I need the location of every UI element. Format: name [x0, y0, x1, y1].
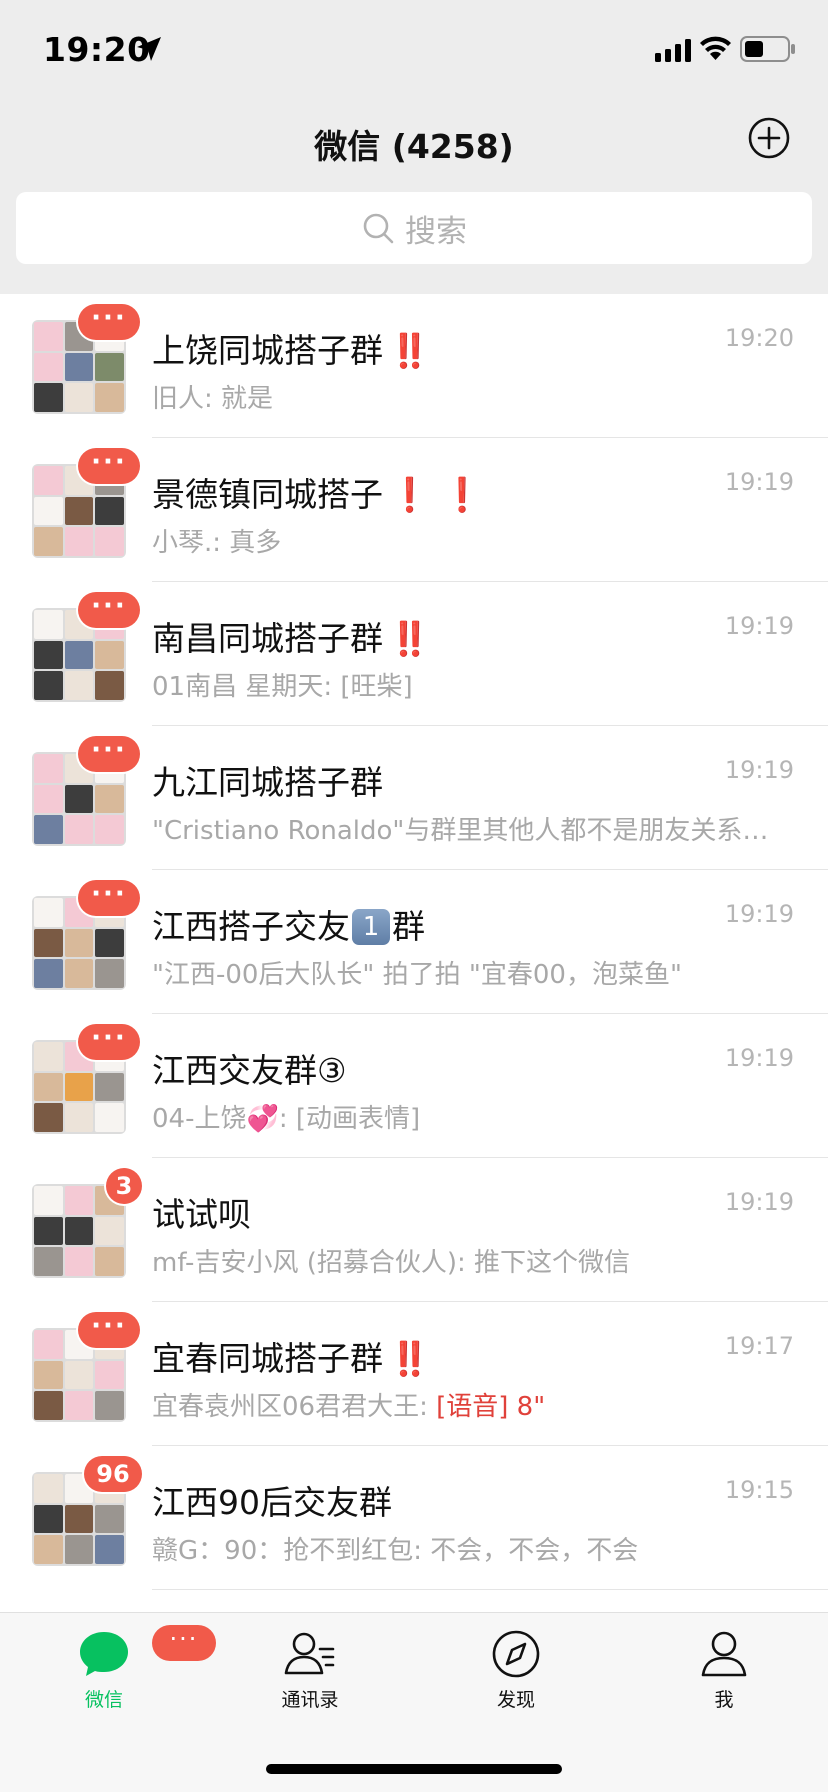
unread-count-badge: 3 [106, 1168, 142, 1204]
unread-count-badge: 96 [84, 1456, 142, 1492]
keycap-one-icon: 1 [352, 909, 390, 945]
tab-label: 我 [714, 1689, 734, 1711]
chat-row[interactable]: ··· 九江同城搭子群 19:19 "Cristiano Ronaldo"与群里… [0, 726, 828, 870]
chat-preview: 赣G：90：抢不到红包: 不会，不会，不会 [152, 1536, 639, 1566]
mute-dots-badge: ··· [78, 736, 140, 772]
chat-time: 19:17 [724, 1332, 794, 1360]
chat-preview: 旧人: 就是 [152, 384, 274, 414]
mute-dots-badge: ··· [78, 1312, 140, 1348]
alert-mark: ‼️ [389, 619, 431, 658]
preview-text: : [动画表情] [278, 1104, 421, 1134]
home-indicator[interactable] [266, 1764, 562, 1774]
mute-dots-badge: ··· [78, 304, 140, 340]
chat-name-text: 江西90后交友群 [152, 1483, 392, 1522]
chat-name-text: 宜春同城搭子群 [152, 1339, 383, 1378]
chat-name-text: 试试呗 [152, 1195, 251, 1234]
tab-label: 通讯录 [281, 1689, 339, 1711]
chat-time: 19:19 [724, 468, 794, 496]
search-inner: 搜索 [16, 192, 812, 264]
wechat-app: 19:20 微信 (4258) 搜索 ··· 上饶同城搭子群 ‼️ 19:20 … [0, 0, 828, 1792]
chat-row[interactable]: ··· 江西搭子交友 1 群 19:19 "江西-00后大队长" 拍了拍 "宜春00… [0, 870, 828, 1014]
chat-time: 19:15 [724, 1476, 794, 1504]
chat-name: 宜春同城搭子群 ‼️ [152, 1332, 430, 1380]
header: 微信 (4258) [0, 96, 828, 188]
tab-contacts[interactable]: 通讯录 [250, 1629, 370, 1729]
contacts-icon [284, 1632, 335, 1675]
tab-label: 微信 [84, 1689, 123, 1711]
chat-name: 南昌同城搭子群 ‼️ [152, 612, 430, 660]
preview-sender: 宜春袁州区06君君大王: [152, 1392, 437, 1422]
chat-name-text: 九江同城搭子群 [152, 763, 383, 802]
chat-preview: "江西-00后大队长" 拍了拍 "宜春00，泡菜鱼" [152, 960, 682, 990]
preview-sender: 04-上饶 [152, 1104, 247, 1134]
chat-preview: 小琴.: 真多 [152, 528, 282, 558]
divider [152, 1589, 828, 1590]
mute-dots-badge: ··· [78, 448, 140, 484]
chat-row[interactable]: 3 试试呗 19:19 mf-吉安小风 (招募合伙人): 推下这个微信 [0, 1158, 828, 1302]
page-title: 微信 (4258) [314, 127, 514, 166]
tab-chats[interactable]: 微信 ··· [44, 1625, 216, 1729]
chat-preview: 宜春袁州区06君君大王: [语音] 8" [152, 1386, 788, 1423]
chat-row[interactable]: ··· 江西交友群③ 19:19 04-上饶💞: [动画表情] [0, 1014, 828, 1158]
search-input[interactable]: 搜索 [16, 192, 812, 264]
chat-row[interactable]: 96 江西90后交友群 19:15 赣G：90：抢不到红包: 不会，不会，不会 [0, 1446, 828, 1590]
chat-row[interactable]: ··· 景德镇同城搭子 ❗ ❗ 19:19 小琴.: 真多 [0, 438, 828, 582]
chat-name: 九江同城搭子群 [152, 756, 389, 804]
battery-icon [740, 36, 795, 62]
tab-me[interactable]: 我 [664, 1629, 784, 1729]
chat-bubble-icon [80, 1632, 128, 1676]
chat-time: 19:19 [724, 1044, 794, 1072]
cellular-signal-icon [655, 39, 691, 62]
status-bar: 19:20 [0, 0, 828, 96]
tab-label: 发现 [496, 1689, 535, 1711]
alert-mark: ‼️ [389, 1339, 431, 1378]
chat-preview: 01南昌 星期天: [旺柴] [152, 672, 413, 702]
chat-name: 上饶同城搭子群 ‼️ [152, 324, 430, 372]
chat-name: 景德镇同城搭子 ❗ ❗ [152, 468, 483, 516]
mute-dots-badge: ··· [152, 1625, 216, 1661]
mute-dots-badge: ··· [78, 880, 140, 916]
location-arrow-icon [137, 37, 161, 61]
heart-emoji-icon: 💞 [246, 1104, 279, 1134]
chat-name-text: 景德镇同城搭子 [152, 475, 383, 514]
compass-icon [492, 1630, 540, 1678]
chat-time: 19:19 [724, 612, 794, 640]
chat-preview: 04-上饶💞: [动画表情] [152, 1098, 788, 1135]
chat-name-prefix: 江西搭子交友 [152, 907, 350, 946]
chat-name-suffix: 群 [392, 907, 425, 946]
chat-name: 试试呗 [152, 1188, 251, 1236]
alert-mark: ‼️ [389, 331, 431, 370]
chat-time: 19:19 [724, 1188, 794, 1216]
chat-name: 江西搭子交友 1 群 [152, 900, 425, 948]
tab-discover[interactable]: 发现 [456, 1629, 576, 1729]
chat-name: 江西90后交友群 [152, 1476, 392, 1524]
person-icon [701, 1631, 747, 1677]
chat-name-text: 江西交友群③ [152, 1051, 347, 1090]
chat-name: 江西交友群③ [152, 1044, 347, 1092]
search-icon [363, 213, 394, 244]
chat-row[interactable]: ··· 南昌同城搭子群 ‼️ 19:19 01南昌 星期天: [旺柴] [0, 582, 828, 726]
chat-row[interactable]: ··· 上饶同城搭子群 ‼️ 19:20 旧人: 就是 [0, 294, 828, 438]
chat-time: 19:19 [724, 756, 794, 784]
search-placeholder: 搜索 [405, 213, 467, 250]
chat-row[interactable]: ··· 宜春同城搭子群 ‼️ 19:17 宜春袁州区06君君大王: [语音] 8" [0, 1302, 828, 1446]
mute-dots-badge: ··· [78, 592, 140, 628]
voice-message-tag: [语音] 8" [436, 1392, 546, 1422]
wifi-icon [700, 36, 731, 60]
chat-time: 19:19 [724, 900, 794, 928]
chat-name-text: 上饶同城搭子群 [152, 331, 383, 370]
mute-dots-badge: ··· [78, 1024, 140, 1060]
alert-mark: ❗ ❗ [389, 475, 483, 514]
chat-name-text: 南昌同城搭子群 [152, 619, 383, 658]
chat-time: 19:20 [724, 324, 794, 352]
add-circle-icon[interactable] [748, 117, 790, 159]
chat-preview: mf-吉安小风 (招募合伙人): 推下这个微信 [152, 1248, 631, 1278]
chat-preview: "Cristiano Ronaldo"与群里其他人都不是朋友关系，请注意隐私安全 [152, 816, 788, 846]
chat-list: ··· 上饶同城搭子群 ‼️ 19:20 旧人: 就是 ··· 景德镇同城搭子 ❗ … [0, 294, 828, 1614]
